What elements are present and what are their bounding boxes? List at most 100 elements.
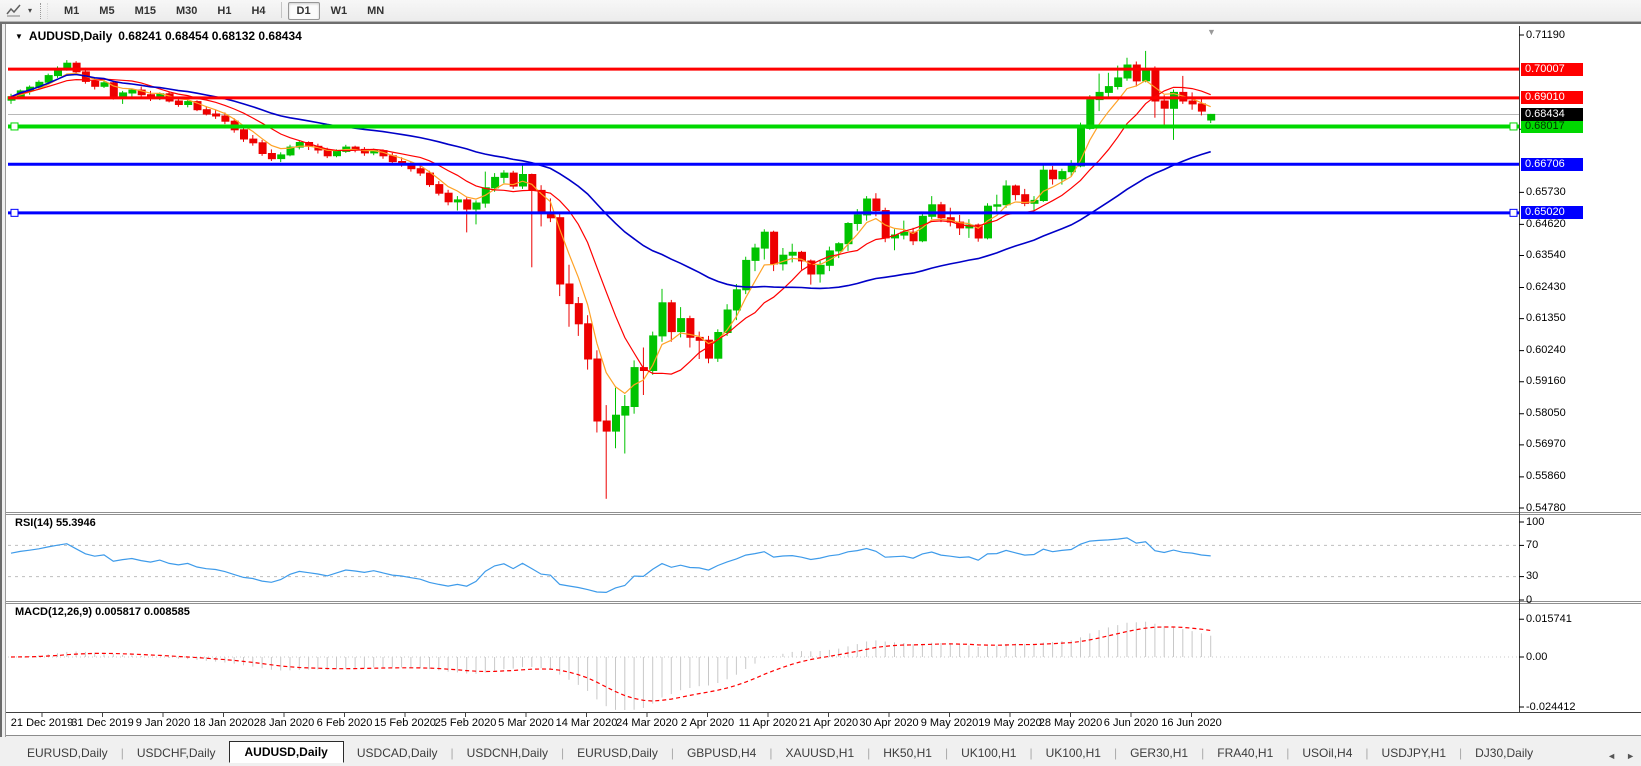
chart-tab[interactable]: UK100,H1 — [1033, 743, 1114, 763]
time-axis-label: 6 Feb 2020 — [316, 717, 373, 729]
bid-price-label: 0.68434 — [1521, 107, 1583, 121]
price-axis-tick: 0.54780 — [1526, 501, 1566, 514]
chart-tab[interactable]: USDCNH,Daily — [454, 743, 561, 763]
timeframe-button-m30[interactable]: M30 — [167, 2, 206, 20]
time-axis-label: 6 Jun 2020 — [1103, 717, 1159, 729]
hline-price-label: 0.69010 — [1521, 91, 1583, 105]
rsi-axis-tick: 100 — [1526, 515, 1545, 528]
price-axis-tick: 0.62430 — [1526, 280, 1566, 293]
chart-tab[interactable]: EURUSD,Daily — [564, 743, 671, 763]
timeframe-button-h4[interactable]: H4 — [242, 2, 274, 20]
time-axis-label: 31 Dec 2019 — [71, 717, 134, 729]
chart-title: ▼ AUDUSD,Daily 0.68241 0.68454 0.68132 0… — [15, 29, 302, 43]
time-axis-label: 25 Feb 2020 — [434, 717, 497, 729]
time-axis-label: 9 Jan 2020 — [135, 717, 191, 729]
tabs-scroll-left-icon[interactable]: ◄ — [1607, 751, 1616, 761]
chart-tab[interactable]: GBPUSD,H4 — [674, 743, 769, 763]
candlestick-series — [7, 50, 1216, 499]
horizontal-line-objects[interactable] — [8, 67, 1519, 217]
chart-tab-bar: EURUSD,Daily | USDCHF,Daily AUDUSD,Daily USD… — [0, 735, 1641, 766]
rsi-axis-tick: 30 — [1526, 570, 1539, 583]
chart-tab[interactable]: DJ30,Daily — [1462, 743, 1546, 763]
timeframe-button-w1[interactable]: W1 — [322, 2, 357, 20]
rsi-axis-tick: 0 — [1526, 593, 1533, 606]
line-handle[interactable] — [1509, 122, 1518, 131]
time-axis-label: 19 May 2020 — [978, 717, 1042, 729]
timeframe-button-m5[interactable]: M5 — [90, 2, 123, 20]
macd-axis-tick: -0.024412 — [1526, 700, 1576, 713]
tab-scroll-controls: ◄ ► — [1607, 751, 1635, 763]
window-left-edge — [0, 24, 6, 737]
time-axis-label: 28 Jan 2020 — [253, 717, 315, 729]
time-axis-label: 2 Apr 2020 — [680, 717, 735, 729]
time-axis-label: 9 May 2020 — [920, 717, 979, 729]
price-axis-tick: 0.61350 — [1526, 312, 1566, 325]
chart-tab[interactable]: HK50,H1 — [870, 743, 945, 763]
hline-price-label: 0.70007 — [1521, 62, 1583, 76]
timeframe-button-d1[interactable]: D1 — [287, 1, 320, 20]
timeframe-toolbar: ▾ M1 M5 M15 M30 H1 H4 D1 W1 MN — [0, 0, 1641, 22]
toolbar-grip[interactable] — [40, 2, 48, 19]
hline-price-label: 0.66706 — [1521, 157, 1583, 171]
tabs-scroll-right-icon[interactable]: ► — [1626, 751, 1635, 761]
timeframe-button-m15[interactable]: M15 — [126, 2, 165, 20]
chart-symbol-period: AUDUSD,Daily — [28, 29, 113, 43]
chart-tab[interactable]: AUDUSD,Daily — [228, 741, 344, 763]
chart-tab[interactable]: UK100,H1 — [948, 743, 1029, 763]
macd-indicator-label: MACD(12,26,9) 0.005817 0.008585 — [15, 606, 190, 618]
timeframe-button-h1[interactable]: H1 — [208, 2, 240, 20]
price-axis-tick: 0.56970 — [1526, 438, 1566, 451]
time-axis-label: 28 May 2020 — [1038, 717, 1103, 729]
macd-panel — [8, 621, 1519, 710]
chart-tab[interactable]: EURUSD,Daily — [14, 743, 121, 763]
price-axis-tick: 0.65730 — [1526, 185, 1566, 198]
chart-dropdown-icon[interactable]: ▼ — [15, 32, 23, 41]
chart-tab[interactable]: XAUUSD,H1 — [772, 743, 867, 763]
toolbar-dropdown-icon[interactable]: ▾ — [24, 6, 36, 15]
price-axis-tick: 0.63540 — [1526, 249, 1566, 261]
time-axis-label: 11 Apr 2020 — [738, 717, 798, 729]
rsi-axis-tick: 70 — [1526, 538, 1539, 551]
rsi-indicator-label: RSI(14) 55.3946 — [15, 517, 96, 529]
time-axis-label: 24 Mar 2020 — [616, 717, 678, 729]
time-axis-label: 14 Mar 2020 — [555, 717, 618, 729]
time-axis[interactable]: 21 Dec 2019 31 Dec 2019 9 Jan 2020 18 Jan 2… — [0, 714, 1641, 736]
chart-tab[interactable]: USDCAD,Daily — [344, 743, 451, 763]
time-axis-label: 21 Apr 2020 — [798, 717, 859, 729]
rsi-panel — [8, 537, 1519, 594]
mt4-terminal: ▾ M1 M5 M15 M30 H1 H4 D1 W1 MN ▼ AUDUSD,Daily 0.… — [0, 0, 1641, 766]
chart-tab[interactable]: USOil,H4 — [1289, 743, 1365, 763]
hline-price-label: 0.68017 — [1521, 119, 1583, 133]
chart-shift-marker-icon[interactable]: ▼ — [1207, 27, 1216, 37]
line-handle[interactable] — [1509, 208, 1518, 217]
time-axis-label: 16 Jun 2020 — [1161, 717, 1222, 729]
time-axis-label: 15 Feb 2020 — [374, 717, 436, 729]
toolbar-separator — [280, 1, 282, 18]
time-axis-label: 30 Apr 2020 — [859, 717, 919, 729]
chart-cursor-tool-icon[interactable] — [4, 2, 24, 20]
line-handle[interactable] — [10, 122, 19, 131]
price-axis-tick: 0.59160 — [1526, 375, 1566, 388]
timeframe-buttons: M1 M5 M15 M30 H1 H4 D1 W1 MN — [54, 1, 394, 20]
timeframe-button-mn[interactable]: MN — [358, 2, 393, 20]
chart-tab[interactable]: GER30,H1 — [1117, 743, 1201, 763]
time-axis-label: 5 Mar 2020 — [498, 717, 554, 729]
price-axis-tick: 0.71190 — [1526, 28, 1565, 41]
chart-tab[interactable]: FRA40,H1 — [1204, 743, 1286, 763]
price-axis-tick: 0.64620 — [1526, 217, 1566, 230]
chart-tab[interactable]: USDCHF,Daily — [124, 743, 229, 763]
chart-tab[interactable]: USDJPY,H1 — [1369, 743, 1459, 763]
time-axis-label: 21 Dec 2019 — [10, 717, 74, 729]
chart-canvas[interactable] — [0, 24, 1641, 737]
timeframe-button-m1[interactable]: M1 — [55, 2, 88, 20]
moving-average-lines — [10, 72, 1211, 395]
hline-price-label: 0.65020 — [1521, 206, 1583, 220]
chart-ohlc-values: 0.68241 0.68454 0.68132 0.68434 — [118, 29, 302, 43]
chart-window[interactable]: ▼ AUDUSD,Daily 0.68241 0.68454 0.68132 0… — [0, 22, 1641, 737]
price-axis-tick: 0.55860 — [1526, 470, 1566, 483]
time-axis-label: 18 Jan 2020 — [193, 717, 254, 729]
price-axis-tick: 0.60240 — [1526, 344, 1566, 357]
macd-axis-tick: 0.00 — [1526, 650, 1548, 663]
price-axis-tick: 0.58050 — [1526, 407, 1566, 420]
line-handle[interactable] — [10, 208, 19, 217]
